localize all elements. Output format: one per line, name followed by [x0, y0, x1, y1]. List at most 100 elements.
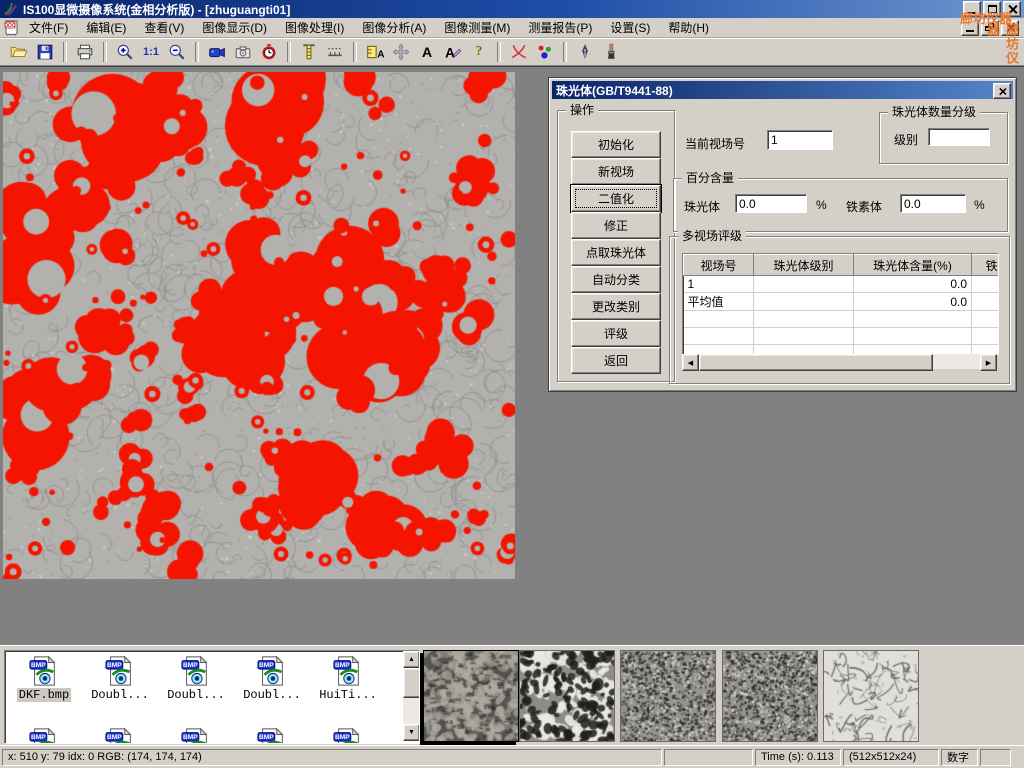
menu-file[interactable]: 文件(F) [20, 17, 77, 38]
pen-button[interactable] [572, 40, 598, 64]
file-item-partial[interactable] [311, 727, 385, 744]
print-icon [76, 43, 94, 61]
thumbnail-3[interactable] [620, 650, 716, 742]
bmp-file-icon [180, 655, 212, 687]
menu-view[interactable]: 查看(V) [135, 17, 193, 38]
zoom-in-icon [116, 43, 134, 61]
timer-clock-icon [260, 43, 278, 61]
file-item-doubl3[interactable]: Doubl... [235, 655, 309, 702]
zoom-in-button[interactable] [112, 40, 138, 64]
ferrite-percent-input[interactable] [900, 194, 966, 213]
cell-field: 1 [684, 276, 754, 293]
print-button[interactable] [72, 40, 98, 64]
file-item-dkf[interactable]: DKF.bmp [7, 655, 81, 702]
status-image-size: (512x512x24) [843, 749, 939, 766]
pearlite-percent-input[interactable] [735, 194, 807, 213]
rate-button[interactable]: 评级 [571, 320, 661, 347]
caliper-icon [300, 43, 318, 61]
help-button[interactable]: ? [466, 40, 492, 64]
thumbnail-1[interactable] [423, 650, 519, 742]
change-class-button[interactable]: 更改类别 [571, 293, 661, 320]
move-cross-icon [392, 43, 410, 61]
dialog-close-button[interactable] [993, 83, 1011, 99]
thumbnail-5[interactable] [823, 650, 919, 742]
file-item-partial[interactable] [83, 727, 157, 744]
titlebar[interactable]: IS100显微摄像系统(金相分析版) - [zhuguangti01] [0, 0, 1024, 18]
actual-size-button[interactable]: 1:1 [138, 40, 164, 64]
table-row[interactable]: 平均值 0.0 [684, 293, 1000, 311]
file-item-partial[interactable] [159, 727, 233, 744]
pan-button[interactable] [388, 40, 414, 64]
file-list-scrollbar[interactable]: ▲ ▼ [403, 651, 419, 741]
scroll-right-button[interactable]: ▶ [980, 354, 997, 371]
brush-button[interactable] [598, 40, 624, 64]
scroll-up-button[interactable]: ▲ [403, 651, 420, 668]
text-style-button[interactable]: A [440, 40, 466, 64]
current-field-input[interactable] [767, 130, 833, 150]
button-label: 评级 [604, 325, 628, 342]
dialog-titlebar[interactable]: 珠光体(GB/T9441-88) [552, 81, 1013, 99]
pearlite-dialog: 珠光体(GB/T9441-88) 操作 初始化 新视场 二值化 修正 点取珠光体… [548, 77, 1017, 392]
open-button[interactable] [6, 40, 32, 64]
new-field-button[interactable]: 新视场 [571, 158, 661, 185]
scrollbar-thumb[interactable] [699, 354, 933, 371]
initialize-button[interactable]: 初始化 [571, 131, 661, 158]
file-item-partial[interactable] [235, 727, 309, 744]
ruler-button[interactable] [322, 40, 348, 64]
file-item-doubl1[interactable]: Doubl... [83, 655, 157, 702]
col-header-field[interactable]: 视场号 [684, 255, 754, 276]
pick-pearlite-button[interactable]: 点取珠光体 [571, 239, 661, 266]
table-row[interactable]: 1 0.0 [684, 276, 1000, 293]
calibration-button[interactable]: A [362, 40, 388, 64]
menu-settings[interactable]: 设置(S) [601, 17, 659, 38]
red-curve-x-icon [510, 43, 528, 61]
file-item-huiti[interactable]: HuiTi... [311, 655, 385, 702]
col-header-ferrite[interactable]: 铁素体含量(%) [972, 255, 1000, 276]
percent-sign: % [816, 198, 827, 212]
classify-points-button[interactable] [532, 40, 558, 64]
col-header-level[interactable]: 珠光体级别 [754, 255, 854, 276]
menu-help[interactable]: 帮助(H) [659, 17, 718, 38]
bmp-file-icon [332, 655, 364, 687]
specimen-image[interactable] [3, 72, 515, 579]
col-header-pearlite[interactable]: 珠光体含量(%) [854, 255, 972, 276]
caliper-button[interactable] [296, 40, 322, 64]
document-system-icon[interactable]: DOC [4, 20, 20, 36]
menu-edit[interactable]: 编辑(E) [77, 17, 135, 38]
thumbnail-2[interactable] [519, 650, 615, 742]
rating-table[interactable]: 视场号 珠光体级别 珠光体含量(%) 铁素体含量(%) 1 0.0 平均值 [682, 253, 999, 355]
level-input[interactable] [928, 128, 990, 146]
snapshot-button[interactable] [230, 40, 256, 64]
auto-classify-button[interactable]: 自动分类 [571, 266, 661, 293]
file-item-partial[interactable] [7, 727, 81, 744]
scrollbar-thumb[interactable] [403, 668, 420, 698]
menu-image-display[interactable]: 图像显示(D) [193, 17, 276, 38]
correct-button[interactable]: 修正 [571, 212, 661, 239]
table-row-empty [684, 328, 1000, 345]
delete-curve-button[interactable] [506, 40, 532, 64]
table-horizontal-scrollbar[interactable]: ◀ ▶ [682, 354, 997, 369]
video-capture-button[interactable] [204, 40, 230, 64]
menu-image-measure[interactable]: 图像测量(M) [435, 17, 519, 38]
file-item-doubl2[interactable]: Doubl... [159, 655, 233, 702]
timer-button[interactable] [256, 40, 282, 64]
scroll-down-button[interactable]: ▼ [403, 724, 420, 741]
open-folder-icon [10, 43, 28, 61]
ruler-icon [326, 43, 344, 61]
menu-image-processing[interactable]: 图像处理(I) [276, 17, 353, 38]
percentage-group-label: 百分含量 [682, 171, 738, 185]
save-button[interactable] [32, 40, 58, 64]
text-button[interactable]: A [414, 40, 440, 64]
binarize-button[interactable]: 二值化 [571, 185, 661, 212]
return-button[interactable]: 返回 [571, 347, 661, 374]
menu-image-analysis[interactable]: 图像分析(A) [353, 17, 435, 38]
thumbnail-4[interactable] [722, 650, 818, 742]
scroll-left-button[interactable]: ◀ [682, 354, 699, 371]
menu-measure-report[interactable]: 测量报告(P) [519, 17, 601, 38]
zoom-out-button[interactable] [164, 40, 190, 64]
button-label: 修正 [604, 217, 628, 234]
toolbar-separator [497, 42, 501, 62]
color-points-icon [536, 43, 554, 61]
arrow-up-icon: ▲ [408, 656, 415, 663]
file-listbox[interactable]: DKF.bmp Doubl... Doubl... Doubl... HuiTi… [4, 650, 420, 744]
